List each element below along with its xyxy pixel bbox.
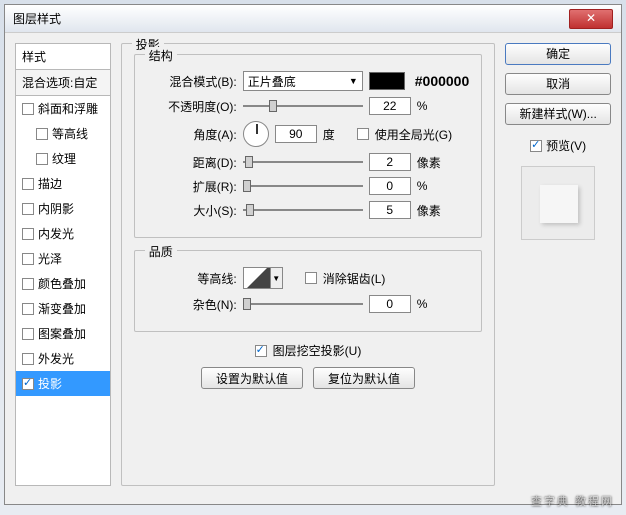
angle-label: 角度(A): [147, 126, 237, 143]
sidebar-item-8[interactable]: 渐变叠加 [16, 296, 110, 321]
group-quality: 品质 等高线: ▼ 消除锯齿(L) 杂色(N): [134, 250, 483, 332]
size-label: 大小(S): [147, 202, 237, 219]
sidebar-item-4[interactable]: 内阴影 [16, 196, 110, 221]
sidebar-item-label: 描边 [38, 175, 62, 192]
group-main: 投影 结构 混合模式(B): 正片叠底 ▼ #000000 不透明度(O): [121, 43, 496, 486]
group-quality-legend: 品质 [145, 243, 177, 260]
preview-inner [540, 185, 578, 223]
sidebar-item-2[interactable]: 纹理 [16, 146, 110, 171]
sidebar-item-checkbox[interactable] [22, 353, 34, 365]
blend-mode-value: 正片叠底 [248, 73, 296, 90]
sidebar-item-checkbox[interactable] [22, 253, 34, 265]
sidebar-item-checkbox[interactable] [22, 228, 34, 240]
sidebar-item-checkbox[interactable] [36, 153, 48, 165]
sidebar-blend-options[interactable]: 混合选项:自定 [16, 70, 110, 96]
sidebar-item-9[interactable]: 图案叠加 [16, 321, 110, 346]
noise-slider[interactable] [243, 296, 363, 312]
antialias-checkbox[interactable] [305, 272, 317, 284]
global-light-label: 使用全局光(G) [375, 126, 452, 143]
sidebar-item-11[interactable]: 投影 [16, 371, 110, 396]
global-light-checkbox[interactable] [357, 128, 369, 140]
distance-slider[interactable] [243, 154, 363, 170]
group-structure-legend: 结构 [145, 47, 177, 64]
watermark: 查字典 教程网 [531, 493, 614, 509]
blend-mode-label: 混合模式(B): [147, 73, 237, 90]
unit-px: 像素 [417, 154, 445, 171]
noise-input[interactable]: 0 [369, 295, 411, 313]
blend-mode-dropdown[interactable]: 正片叠底 ▼ [243, 71, 363, 91]
group-structure: 结构 混合模式(B): 正片叠底 ▼ #000000 不透明度(O): 2 [134, 54, 483, 238]
unit-degree: 度 [323, 126, 351, 143]
cancel-button[interactable]: 取消 [505, 73, 611, 95]
sidebar-item-checkbox[interactable] [22, 328, 34, 340]
distance-label: 距离(D): [147, 154, 237, 171]
sidebar-item-checkbox[interactable] [22, 203, 34, 215]
sidebar-item-6[interactable]: 光泽 [16, 246, 110, 271]
reset-default-button[interactable]: 复位为默认值 [313, 367, 415, 389]
ok-button[interactable]: 确定 [505, 43, 611, 65]
knockout-label: 图层挖空投影(U) [273, 342, 362, 359]
sidebar-item-label: 纹理 [52, 150, 76, 167]
unit-percent: % [417, 297, 445, 311]
sidebar-item-label: 内阴影 [38, 200, 74, 217]
contour-dropdown[interactable]: ▼ [271, 267, 283, 289]
spread-input[interactable]: 0 [369, 177, 411, 195]
opacity-slider[interactable] [243, 98, 363, 114]
sidebar-item-checkbox[interactable] [22, 378, 34, 390]
sidebar-item-checkbox[interactable] [22, 303, 34, 315]
set-default-button[interactable]: 设置为默认值 [201, 367, 303, 389]
chevron-down-icon: ▼ [349, 76, 358, 86]
styles-sidebar: 样式 混合选项:自定 斜面和浮雕等高线纹理描边内阴影内发光光泽颜色叠加渐变叠加图… [15, 43, 111, 486]
sidebar-item-label: 内发光 [38, 225, 74, 242]
sidebar-item-checkbox[interactable] [22, 103, 34, 115]
sidebar-item-checkbox[interactable] [36, 128, 48, 140]
knockout-checkbox[interactable] [255, 345, 267, 357]
unit-px: 像素 [417, 202, 445, 219]
spread-label: 扩展(R): [147, 178, 237, 195]
close-button[interactable]: ✕ [569, 9, 613, 29]
sidebar-head: 样式 [16, 44, 110, 70]
sidebar-item-label: 等高线 [52, 125, 88, 142]
sidebar-item-label: 图案叠加 [38, 325, 86, 342]
sidebar-item-checkbox[interactable] [22, 178, 34, 190]
distance-input[interactable]: 2 [369, 153, 411, 171]
opacity-label: 不透明度(O): [147, 98, 237, 115]
sidebar-item-3[interactable]: 描边 [16, 171, 110, 196]
titlebar: 图层样式 ✕ [5, 5, 621, 33]
angle-dial[interactable] [243, 121, 269, 147]
size-input[interactable]: 5 [369, 201, 411, 219]
angle-input[interactable]: 90 [275, 125, 317, 143]
sidebar-item-1[interactable]: 等高线 [16, 121, 110, 146]
contour-label: 等高线: [147, 270, 237, 287]
sidebar-item-5[interactable]: 内发光 [16, 221, 110, 246]
sidebar-item-7[interactable]: 颜色叠加 [16, 271, 110, 296]
color-hex-label: #000000 [415, 73, 470, 89]
contour-preview[interactable] [243, 267, 271, 289]
sidebar-item-label: 光泽 [38, 250, 62, 267]
sidebar-item-label: 渐变叠加 [38, 300, 86, 317]
sidebar-item-10[interactable]: 外发光 [16, 346, 110, 371]
antialias-label: 消除锯齿(L) [323, 270, 386, 287]
unit-percent: % [417, 99, 445, 113]
unit-percent: % [417, 179, 445, 193]
preview-checkbox[interactable] [530, 140, 542, 152]
opacity-input[interactable]: 22 [369, 97, 411, 115]
new-style-button[interactable]: 新建样式(W)... [505, 103, 611, 125]
shadow-color-swatch[interactable] [369, 72, 405, 90]
window-title: 图层样式 [13, 10, 569, 27]
sidebar-item-label: 外发光 [38, 350, 74, 367]
preview-label: 预览(V) [546, 137, 586, 154]
noise-label: 杂色(N): [147, 296, 237, 313]
spread-slider[interactable] [243, 178, 363, 194]
sidebar-item-0[interactable]: 斜面和浮雕 [16, 96, 110, 121]
sidebar-item-label: 颜色叠加 [38, 275, 86, 292]
size-slider[interactable] [243, 202, 363, 218]
sidebar-item-label: 斜面和浮雕 [38, 100, 98, 117]
sidebar-item-label: 投影 [38, 375, 62, 392]
preview-box [521, 166, 595, 240]
sidebar-item-checkbox[interactable] [22, 278, 34, 290]
